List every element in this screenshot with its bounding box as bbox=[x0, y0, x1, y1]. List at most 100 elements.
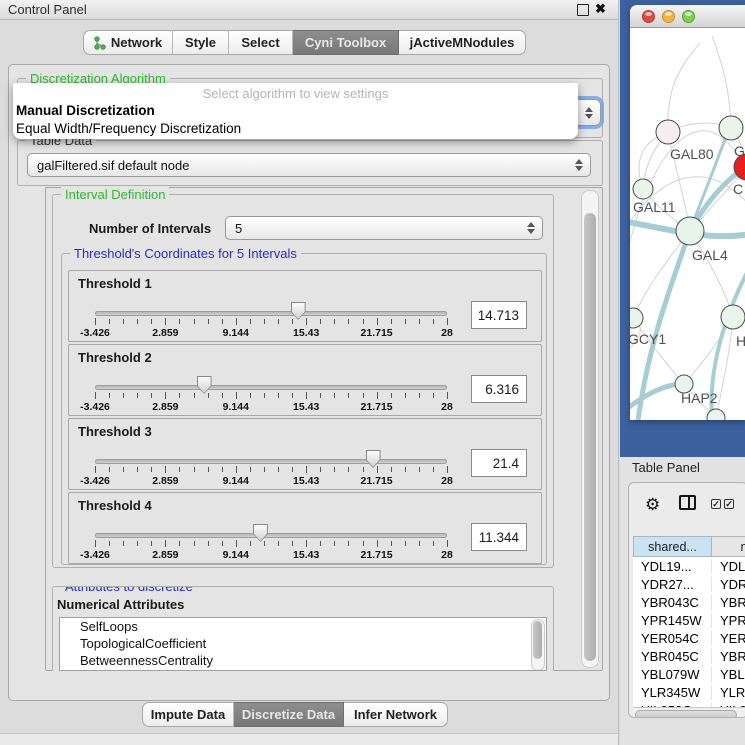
minimize-traffic-light-icon[interactable] bbox=[662, 10, 675, 23]
tab-style[interactable]: Style bbox=[173, 30, 229, 55]
float-panel-icon[interactable] bbox=[577, 4, 589, 16]
network-node-ga[interactable] bbox=[719, 116, 743, 140]
numerical-attribute-item[interactable]: TopologicalCoefficient bbox=[60, 635, 546, 652]
slider-tick-label: 21.715 bbox=[361, 549, 393, 561]
slider-tick bbox=[208, 393, 209, 398]
attributes-scrollbar-thumb[interactable] bbox=[533, 621, 542, 659]
network-node-gcy1[interactable] bbox=[630, 308, 643, 328]
network-canvas[interactable]: GAL80GACGAL11GAL4GCY1HHAP2 bbox=[630, 28, 745, 420]
close-traffic-light-icon[interactable] bbox=[642, 10, 655, 23]
checkbox-icon[interactable]: ✓ bbox=[724, 499, 734, 509]
table-row[interactable]: YDR27...YDR2 bbox=[633, 575, 745, 593]
slider-thumb-face bbox=[292, 303, 305, 319]
numerical-attributes-list[interactable]: SelfLoopsTopologicalCoefficientBetweenne… bbox=[59, 617, 547, 671]
slider-tick bbox=[363, 541, 364, 546]
settings-scrollbar[interactable] bbox=[581, 190, 599, 668]
combo-stepper-icon bbox=[527, 222, 535, 234]
table-row[interactable]: YBR043CYBR0 bbox=[633, 593, 745, 611]
numerical-attribute-item[interactable]: SelfLoops bbox=[60, 618, 546, 635]
tab-infer-network[interactable]: Infer Network bbox=[344, 702, 448, 727]
numerical-attribute-item[interactable]: BetweennessCentrality bbox=[60, 652, 546, 669]
slider-tick bbox=[348, 393, 349, 398]
threshold-value-field[interactable]: 14.713 bbox=[471, 301, 527, 329]
tab-discretize-data-label: Discretize Data bbox=[242, 707, 335, 722]
popup-item-equal-width-frequency[interactable]: Equal Width/Frequency Discretization bbox=[13, 119, 578, 137]
slider-tick bbox=[208, 319, 209, 324]
column-header-name[interactable]: na bbox=[712, 536, 745, 557]
table-cell-name[interactable]: YBR0 bbox=[712, 595, 745, 610]
table-data-combobox[interactable]: galFiltered.sif default node bbox=[27, 153, 591, 177]
slider-tick-label: 28 bbox=[441, 475, 453, 487]
slider-tick bbox=[137, 541, 138, 546]
gear-icon[interactable]: ⚙ bbox=[645, 495, 660, 515]
slider-thumb[interactable] bbox=[291, 302, 306, 320]
table-horizontal-scrollbar[interactable] bbox=[633, 707, 745, 718]
table-cell-name[interactable]: YLR3 bbox=[712, 685, 745, 700]
table-row[interactable]: YPR145WYPR1 bbox=[633, 611, 745, 629]
slider-thumb[interactable] bbox=[197, 376, 212, 394]
table-cell-name[interactable]: YDL1 bbox=[712, 559, 745, 574]
popup-item-manual-discretization[interactable]: Manual Discretization bbox=[13, 101, 578, 119]
tab-select[interactable]: Select bbox=[229, 30, 293, 55]
table-panel: ⚙ ✓ ✓ shared... na YDL19...YDL1YDR27...Y… bbox=[628, 482, 745, 718]
table-row[interactable]: YER054CYER0 bbox=[633, 629, 745, 647]
network-window-titlebar[interactable] bbox=[630, 5, 745, 28]
table-row[interactable]: YBR045CYBR0 bbox=[633, 647, 745, 665]
slider-track[interactable] bbox=[95, 385, 447, 390]
slider-track[interactable] bbox=[95, 533, 447, 538]
table-row[interactable]: YBL079WYBL0 bbox=[633, 665, 745, 683]
slider-tick bbox=[222, 393, 223, 398]
table-cell-shared-name[interactable]: YBR045C bbox=[633, 649, 712, 664]
table-cell-shared-name[interactable]: YER054C bbox=[633, 631, 712, 646]
slider-tick bbox=[194, 319, 195, 324]
popup-placeholder: Select algorithm to view settings bbox=[13, 86, 578, 101]
slider-tick bbox=[179, 319, 180, 324]
slider-tick bbox=[377, 466, 378, 473]
slider-tick-label: 21.715 bbox=[361, 327, 393, 339]
table-cell-name[interactable]: YBL0 bbox=[712, 667, 745, 682]
network-node-gal11[interactable] bbox=[633, 179, 653, 199]
table-cell-name[interactable]: YER0 bbox=[712, 631, 745, 646]
table-cell-name[interactable]: YPR1 bbox=[712, 613, 745, 628]
tab-impute-data[interactable]: Impute Data bbox=[142, 702, 234, 727]
tab-cyni-toolbox[interactable]: Cyni Toolbox bbox=[293, 30, 399, 55]
table-cell-shared-name[interactable]: YDL19... bbox=[633, 559, 712, 574]
table-cell-shared-name[interactable]: YBL079W bbox=[633, 667, 712, 682]
column-header-shared-name[interactable]: shared... bbox=[633, 536, 712, 557]
close-icon[interactable]: ✖ bbox=[595, 1, 606, 17]
slider-tick bbox=[151, 467, 152, 472]
checkbox-icon[interactable]: ✓ bbox=[711, 499, 721, 509]
tab-discretize-data[interactable]: Discretize Data bbox=[234, 702, 344, 727]
network-node-gal80[interactable] bbox=[656, 120, 680, 144]
table-data-group: Table Data galFiltered.sif default node bbox=[17, 140, 603, 186]
zoom-traffic-light-icon[interactable] bbox=[682, 10, 695, 23]
slider-tick bbox=[95, 540, 96, 547]
table-cell-name[interactable]: YDR2 bbox=[712, 577, 745, 592]
threshold-value-field[interactable]: 11.344 bbox=[471, 523, 527, 551]
slider-thumb[interactable] bbox=[366, 450, 381, 468]
slider-track[interactable] bbox=[95, 459, 447, 464]
table-cell-shared-name[interactable]: YPR145W bbox=[633, 613, 712, 628]
column-layout-icon[interactable] bbox=[679, 495, 696, 510]
table-cell-shared-name[interactable]: YLR345W bbox=[633, 685, 712, 700]
slider-thumb[interactable] bbox=[253, 524, 268, 542]
attributes-scrollbar[interactable] bbox=[531, 619, 545, 671]
table-cell-name[interactable]: YBR0 bbox=[712, 649, 745, 664]
slider-track[interactable] bbox=[95, 311, 447, 316]
number-of-intervals-combobox[interactable]: 5 bbox=[225, 216, 543, 240]
table-cell-shared-name[interactable]: YBR043C bbox=[633, 595, 712, 610]
interval-definition-group: Interval Definition Number of Intervals … bbox=[52, 194, 554, 568]
table-cell-shared-name[interactable]: YDR27... bbox=[633, 577, 712, 592]
panel-title: Control Panel bbox=[8, 2, 87, 17]
table-row[interactable]: YLR345WYLR3 bbox=[633, 683, 745, 701]
tab-network[interactable]: Network bbox=[83, 30, 173, 55]
threshold-value-field[interactable]: 21.4 bbox=[471, 449, 527, 477]
network-node-h[interactable] bbox=[721, 305, 745, 329]
tab-jactivemnodules[interactable]: jActiveMNodules bbox=[399, 30, 526, 55]
table-row[interactable]: YDL19...YDL1 bbox=[633, 557, 745, 575]
table-horizontal-scrollbar-thumb[interactable] bbox=[635, 710, 737, 719]
threshold-value-field[interactable]: 6.316 bbox=[471, 375, 527, 403]
settings-scrollbar-thumb[interactable] bbox=[584, 213, 596, 661]
tab-infer-network-label: Infer Network bbox=[354, 707, 437, 722]
network-node-gal4[interactable] bbox=[676, 217, 704, 245]
